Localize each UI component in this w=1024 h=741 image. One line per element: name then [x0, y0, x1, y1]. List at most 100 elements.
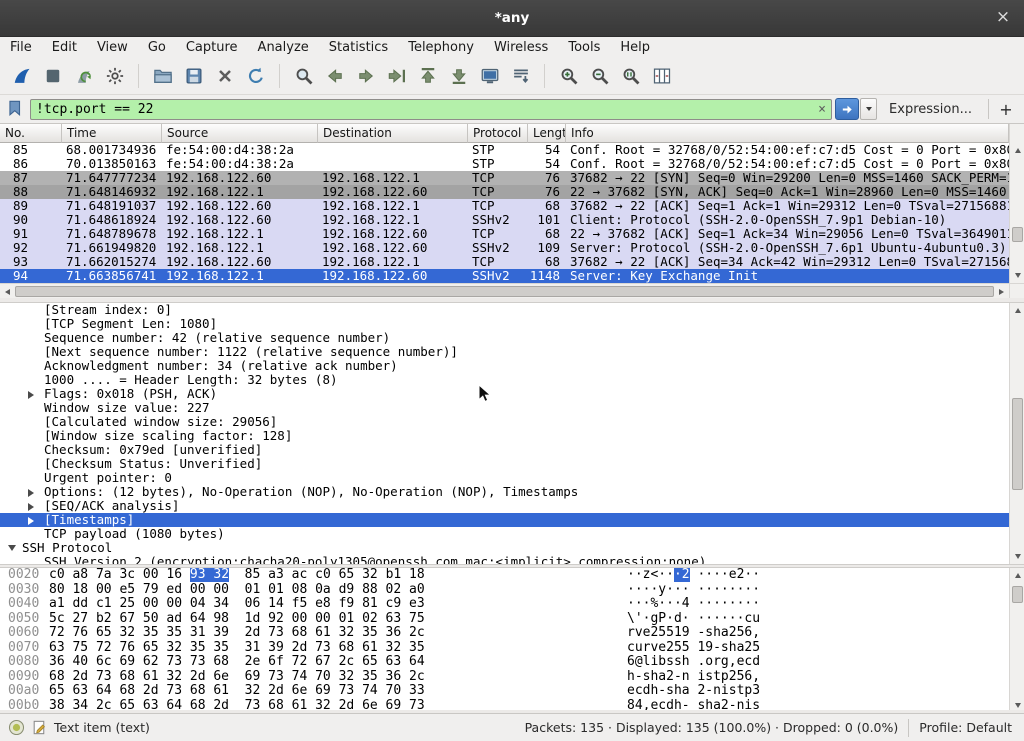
expander-closed-icon[interactable] — [28, 517, 34, 525]
expander-closed-icon[interactable] — [28, 503, 34, 511]
packet-row-86[interactable]: 8670.013850163fe:54:00:d4:38:2aSTP54Conf… — [0, 157, 1009, 171]
go-forward-button[interactable] — [350, 62, 381, 91]
window-close-button[interactable]: × — [992, 7, 1014, 29]
titlebar[interactable]: *any × — [0, 0, 1024, 37]
hex-row-0080[interactable]: 008036 40 6c 69 62 73 73 68 2e 6f 72 67 … — [0, 655, 1009, 670]
close-file-button[interactable] — [209, 62, 240, 91]
detail-line-16[interactable]: TCP payload (1080 bytes) — [0, 527, 1009, 541]
detail-line-2[interactable]: Sequence number: 42 (relative sequence n… — [0, 331, 1009, 345]
hex-row-0070[interactable]: 007063 75 72 76 65 32 35 35 31 39 2d 73 … — [0, 641, 1009, 656]
capture-comment-icon[interactable] — [31, 719, 48, 736]
hex-row-0020[interactable]: 0020c0 a8 7a 3c 00 16 93 32 85 a3 ac c0 … — [0, 568, 1009, 583]
packet-row-85[interactable]: 8568.001734936fe:54:00:d4:38:2aSTP54Conf… — [0, 143, 1009, 157]
menu-edit[interactable]: Edit — [42, 37, 87, 58]
expert-info-icon[interactable] — [8, 719, 25, 736]
packet-list-hscrollbar[interactable] — [0, 283, 1009, 298]
expander-closed-icon[interactable] — [28, 391, 34, 399]
detail-line-0[interactable]: [Stream index: 0] — [0, 303, 1009, 317]
scroll-up-button[interactable] — [1010, 568, 1024, 583]
detail-line-8[interactable]: [Calculated window size: 29056] — [0, 415, 1009, 429]
start-capture-button[interactable] — [6, 62, 37, 91]
status-profile[interactable]: Profile: Default — [919, 720, 1016, 735]
filter-dropdown-button[interactable] — [860, 98, 877, 120]
detail-line-11[interactable]: [Checksum Status: Unverified] — [0, 457, 1009, 471]
packet-row-91[interactable]: 9171.648789678192.168.122.1192.168.122.6… — [0, 227, 1009, 241]
go-last-button[interactable] — [443, 62, 474, 91]
packet-row-94[interactable]: 9471.663856741192.168.122.1192.168.122.6… — [0, 269, 1009, 283]
display-filter-input[interactable]: !tcp.port == 22 × — [30, 99, 832, 120]
detail-line-14[interactable]: [SEQ/ACK analysis] — [0, 499, 1009, 513]
colorize-packets-button[interactable] — [474, 62, 505, 91]
details-vscrollbar[interactable] — [1009, 303, 1024, 564]
menu-statistics[interactable]: Statistics — [319, 37, 398, 58]
menu-wireless[interactable]: Wireless — [484, 37, 558, 58]
expression-button[interactable]: Expression... — [877, 102, 984, 117]
hex-row-0050[interactable]: 00505c 27 b2 67 50 ad 64 98 1d 92 00 00 … — [0, 612, 1009, 627]
open-file-button[interactable] — [147, 62, 178, 91]
detail-line-18[interactable]: SSH Version 2 (encryption:chacha20-poly1… — [0, 555, 1009, 564]
hex-row-00a0[interactable]: 00a065 63 64 68 2d 73 68 61 32 2d 6e 69 … — [0, 684, 1009, 699]
column-header-time[interactable]: Time — [62, 124, 162, 143]
hex-row-0030[interactable]: 003080 18 00 e5 79 ed 00 00 01 01 08 0a … — [0, 583, 1009, 598]
column-header-info[interactable]: Info — [566, 124, 1009, 143]
detail-line-1[interactable]: [TCP Segment Len: 1080] — [0, 317, 1009, 331]
expander-closed-icon[interactable] — [28, 489, 34, 497]
filter-add-button[interactable]: + — [993, 100, 1019, 119]
detail-line-10[interactable]: Checksum: 0x79ed [unverified] — [0, 443, 1009, 457]
restart-capture-button[interactable] — [68, 62, 99, 91]
bytes-vscrollbar[interactable] — [1009, 568, 1024, 713]
packet-row-88[interactable]: 8871.648146932192.168.122.1192.168.122.6… — [0, 185, 1009, 199]
column-header-length[interactable]: Length — [528, 124, 566, 143]
packet-row-87[interactable]: 8771.647777234192.168.122.60192.168.122.… — [0, 171, 1009, 185]
details-vscroll-thumb[interactable] — [1012, 398, 1023, 490]
detail-line-4[interactable]: Acknowledgment number: 34 (relative ack … — [0, 359, 1009, 373]
hex-row-0090[interactable]: 009068 2d 73 68 61 32 2d 6e 69 73 74 70 … — [0, 670, 1009, 685]
capture-options-button[interactable] — [99, 62, 130, 91]
packet-list-hscroll-thumb[interactable] — [15, 286, 994, 297]
zoom-out-button[interactable] — [584, 62, 615, 91]
scroll-up-button[interactable] — [1010, 303, 1024, 318]
detail-line-9[interactable]: [Window size scaling factor: 128] — [0, 429, 1009, 443]
detail-line-3[interactable]: [Next sequence number: 1122 (relative se… — [0, 345, 1009, 359]
menu-telephony[interactable]: Telephony — [398, 37, 484, 58]
menu-capture[interactable]: Capture — [176, 37, 248, 58]
expander-open-icon[interactable] — [8, 545, 16, 551]
menu-file[interactable]: File — [0, 37, 42, 58]
auto-scroll-button[interactable] — [505, 62, 536, 91]
detail-line-7[interactable]: Window size value: 227 — [0, 401, 1009, 415]
hex-row-0040[interactable]: 0040a1 dd c1 25 00 00 04 34 06 14 f5 e8 … — [0, 597, 1009, 612]
filter-bookmark-icon[interactable] — [6, 99, 26, 119]
packet-row-89[interactable]: 8971.648191037192.168.122.60192.168.122.… — [0, 199, 1009, 213]
stop-capture-button[interactable] — [37, 62, 68, 91]
go-back-button[interactable] — [319, 62, 350, 91]
detail-line-6[interactable]: Flags: 0x018 (PSH, ACK) — [0, 387, 1009, 401]
detail-line-15[interactable]: [Timestamps] — [0, 513, 1009, 527]
hex-row-0060[interactable]: 006072 76 65 32 35 35 31 39 2d 73 68 61 … — [0, 626, 1009, 641]
column-header-source[interactable]: Source — [162, 124, 318, 143]
column-header-no[interactable]: No. — [0, 124, 62, 143]
filter-clear-icon[interactable]: × — [813, 102, 831, 117]
packet-list-vscrollbar[interactable] — [1009, 124, 1024, 283]
scroll-down-button[interactable] — [1010, 268, 1024, 283]
zoom-original-button[interactable] — [615, 62, 646, 91]
save-file-button[interactable] — [178, 62, 209, 91]
packet-list-vscroll-thumb[interactable] — [1012, 227, 1023, 242]
resize-columns-button[interactable] — [646, 62, 677, 91]
detail-line-5[interactable]: 1000 .... = Header Length: 32 bytes (8) — [0, 373, 1009, 387]
column-header-protocol[interactable]: Protocol — [468, 124, 528, 143]
menu-help[interactable]: Help — [610, 37, 660, 58]
reload-file-button[interactable] — [240, 62, 271, 91]
packet-row-92[interactable]: 9271.661949820192.168.122.1192.168.122.6… — [0, 241, 1009, 255]
filter-apply-button[interactable] — [835, 98, 859, 120]
find-packet-button[interactable] — [288, 62, 319, 91]
detail-line-13[interactable]: Options: (12 bytes), No-Operation (NOP),… — [0, 485, 1009, 499]
scroll-left-button[interactable] — [0, 284, 15, 299]
scroll-right-button[interactable] — [994, 284, 1009, 299]
menu-view[interactable]: View — [87, 37, 138, 58]
scroll-down-button[interactable] — [1010, 549, 1024, 564]
column-header-destination[interactable]: Destination — [318, 124, 468, 143]
menu-tools[interactable]: Tools — [558, 37, 610, 58]
go-first-button[interactable] — [412, 62, 443, 91]
menu-go[interactable]: Go — [138, 37, 176, 58]
packet-row-93[interactable]: 9371.662015274192.168.122.60192.168.122.… — [0, 255, 1009, 269]
